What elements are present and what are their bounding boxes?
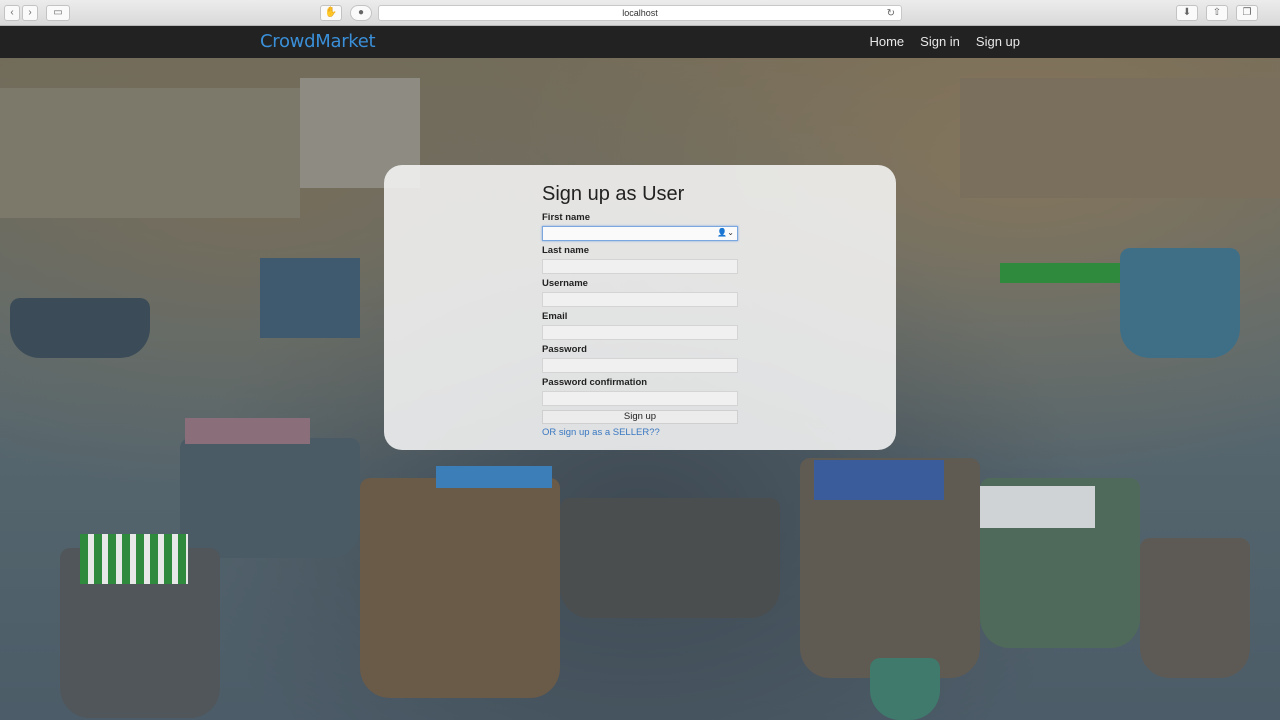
email-field[interactable]: [542, 325, 738, 340]
sidebar-icon[interactable]: ▭: [46, 5, 70, 21]
nav-home[interactable]: Home: [869, 34, 904, 49]
nav-sign-in[interactable]: Sign in: [920, 34, 960, 49]
forward-icon[interactable]: ›: [22, 5, 38, 21]
extension-icon[interactable]: ✋: [320, 5, 342, 21]
signup-form: Sign up as User First name 👤⌄ Last name …: [542, 183, 738, 438]
first-name-label: First name: [542, 212, 591, 223]
last-name-field[interactable]: [542, 259, 738, 274]
contact-autofill-icon[interactable]: 👤⌄: [717, 228, 734, 237]
tabs-icon[interactable]: ❐: [1236, 5, 1258, 21]
back-icon[interactable]: ‹: [4, 5, 20, 21]
page-title: Sign up as User: [542, 183, 685, 205]
nav-sign-up[interactable]: Sign up: [976, 34, 1020, 49]
password-confirmation-field[interactable]: [542, 391, 738, 406]
username-label: Username: [542, 278, 588, 289]
password-field[interactable]: [542, 358, 738, 373]
download-icon[interactable]: ⬇: [1176, 5, 1198, 21]
signup-panel: Sign up as User First name 👤⌄ Last name …: [384, 165, 896, 450]
address-text: localhost: [622, 8, 658, 18]
seller-signup-link[interactable]: OR sign up as a SELLER??: [542, 427, 738, 438]
nav-links: Home Sign in Sign up: [869, 34, 1020, 49]
username-field[interactable]: [542, 292, 738, 307]
share-icon[interactable]: ⇧: [1206, 5, 1228, 21]
signup-button[interactable]: Sign up: [542, 410, 738, 424]
last-name-label: Last name: [542, 245, 589, 256]
password-confirmation-label: Password confirmation: [542, 377, 648, 388]
browser-toolbar: ‹ › ▭ ✋ ● localhost ↻ ⬇ ⇧ ❐: [0, 0, 1280, 26]
reload-icon[interactable]: ↻: [887, 6, 895, 21]
navbar: CrowdMarket Home Sign in Sign up: [0, 26, 1280, 58]
brand-logo[interactable]: CrowdMarket: [260, 31, 376, 52]
first-name-field[interactable]: 👤⌄: [542, 226, 738, 241]
email-label: Email: [542, 311, 568, 322]
address-bar[interactable]: localhost ↻: [378, 5, 902, 21]
password-label: Password: [542, 344, 587, 355]
adblock-icon[interactable]: ●: [350, 5, 372, 21]
